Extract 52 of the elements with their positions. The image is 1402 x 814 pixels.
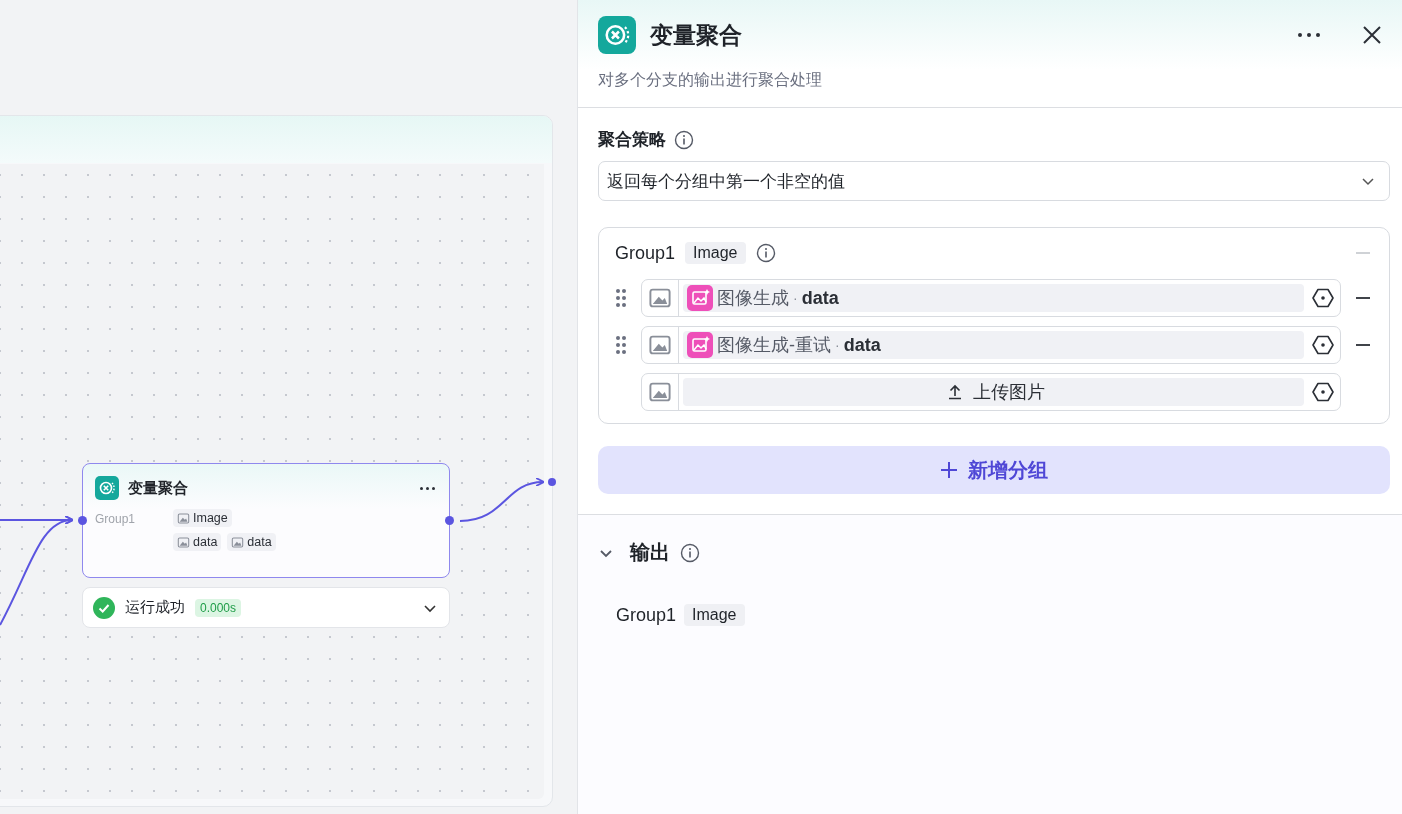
- plus-icon: [940, 461, 958, 479]
- variable-picker-icon[interactable]: [1312, 287, 1334, 309]
- field-label: 聚合策略: [598, 129, 666, 151]
- info-icon[interactable]: [755, 243, 776, 263]
- group-name: Group1: [615, 242, 676, 264]
- separator-dot: ·: [793, 290, 798, 306]
- variable-name: data: [843, 334, 881, 356]
- variable-name: data: [801, 287, 839, 309]
- image-icon: [177, 535, 190, 549]
- type-tag: Image: [685, 242, 746, 264]
- info-icon[interactable]: [674, 129, 694, 150]
- node-title: 变量聚合: [128, 478, 189, 498]
- image-icon: [648, 333, 672, 357]
- image-generation-icon: [687, 285, 713, 311]
- info-icon[interactable]: [680, 542, 700, 563]
- image-generation-icon: [687, 332, 713, 358]
- upload-icon: [946, 384, 963, 400]
- type-tag: Image: [173, 509, 232, 527]
- add-group-button[interactable]: 新增分组: [598, 446, 1390, 494]
- drag-handle-icon[interactable]: [615, 335, 627, 355]
- panel-description: 对多个分支的输出进行聚合处理: [598, 70, 823, 90]
- aggregate-icon: [95, 476, 119, 500]
- image-icon: [231, 535, 245, 549]
- upload-button[interactable]: 上传图片: [683, 378, 1304, 406]
- variable-field[interactable]: 图像生成-重试 · data: [641, 326, 1341, 364]
- variable-source: 图像生成-重试: [717, 334, 831, 357]
- group-label: Group1: [95, 511, 137, 528]
- close-icon[interactable]: [1362, 25, 1382, 45]
- handle-dot[interactable]: [78, 516, 87, 525]
- status-label: 运行成功: [125, 598, 185, 617]
- panel-title: 变量聚合: [650, 20, 743, 50]
- image-icon: [648, 380, 672, 404]
- variable-picker-icon[interactable]: [1312, 381, 1334, 403]
- duration-badge: 0.000s: [195, 598, 242, 617]
- section-title: 输出: [630, 540, 670, 565]
- variable-tag: data: [227, 533, 276, 551]
- aggregate-icon: [598, 16, 636, 54]
- image-icon: [177, 511, 190, 525]
- type-tag: Image: [684, 604, 745, 626]
- variable-source: 图像生成: [717, 287, 789, 310]
- upload-field[interactable]: 上传图片: [641, 373, 1341, 411]
- variable-tag: data: [173, 533, 222, 551]
- run-status-bar[interactable]: 运行成功 0.000s: [82, 587, 450, 628]
- handle-dot[interactable]: [548, 478, 556, 486]
- handle-dot[interactable]: [445, 516, 454, 525]
- variable-picker-icon[interactable]: [1312, 334, 1334, 356]
- strategy-select[interactable]: 返回每个分组中第一个非空的值: [598, 161, 1390, 201]
- drag-handle-icon[interactable]: [615, 288, 627, 308]
- separator-dot: ·: [835, 337, 840, 353]
- output-name: Group1: [616, 604, 677, 626]
- image-icon: [648, 286, 672, 310]
- variable-field[interactable]: 图像生成 · data: [641, 279, 1341, 317]
